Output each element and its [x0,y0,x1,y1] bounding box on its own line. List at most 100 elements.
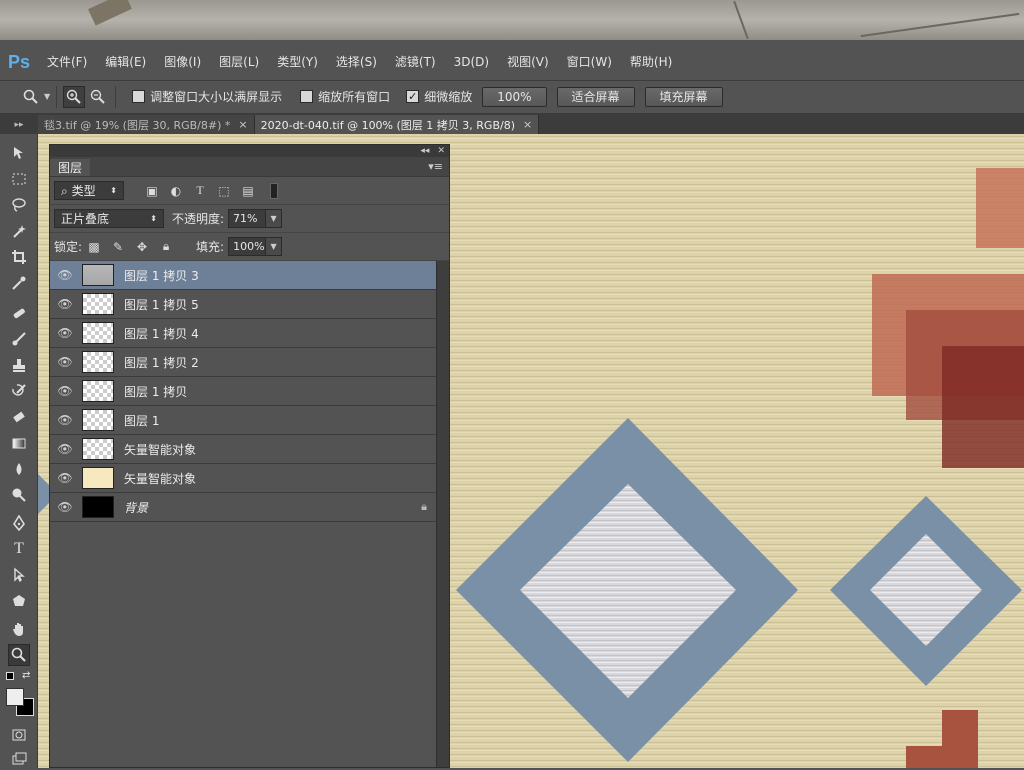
zoom-in-icon[interactable] [63,85,86,108]
zoom-tool-icon[interactable] [8,644,30,666]
layer-row[interactable]: 👁︎ 图层 1 [50,406,436,435]
filter-toggle-switch[interactable] [270,182,278,199]
quick-mask-icon[interactable] [8,724,30,746]
layer-row[interactable]: 👁︎ 图层 1 拷贝 3 [50,261,436,290]
panel-menu-icon[interactable]: ▾≡ [428,160,449,176]
layer-row[interactable]: 👁︎ 背景 🔒︎ [50,493,436,522]
shape-tool-icon[interactable] [8,590,30,612]
visibility-eye-icon[interactable]: 👁︎ [50,297,80,311]
zoom-100-button[interactable]: 100% [482,86,547,107]
visibility-eye-icon[interactable]: 👁︎ [50,500,80,514]
lock-position-icon[interactable]: ✥ [134,239,150,255]
chevron-down-icon[interactable]: ▼ [266,209,283,228]
eyedropper-tool-icon[interactable] [8,272,30,294]
close-icon[interactable]: × [238,118,247,131]
visibility-eye-icon[interactable]: 👁︎ [50,442,80,456]
close-icon[interactable]: × [523,118,532,131]
gradient-tool-icon[interactable] [8,432,30,454]
visibility-eye-icon[interactable]: 👁︎ [50,355,80,369]
filter-shape-icon[interactable]: ⬚ [216,183,232,199]
visibility-eye-icon[interactable]: 👁︎ [50,384,80,398]
filter-pixel-icon[interactable]: ▣ [144,183,160,199]
filter-type-icon[interactable]: T [192,183,208,199]
foreground-color-swatch[interactable] [6,688,24,706]
tab-document-1[interactable]: 毯3.tif @ 19% (图层 30, RGB/8#) * × [38,115,255,134]
fill-input[interactable]: 100% [228,237,267,256]
zoom-out-icon[interactable] [87,86,109,108]
visibility-eye-icon[interactable]: 👁︎ [50,471,80,485]
eraser-tool-icon[interactable] [8,406,30,428]
menu-3d[interactable]: 3D(D) [445,48,498,76]
blur-tool-icon[interactable] [8,458,30,480]
zoom-all-windows-checkbox[interactable]: 缩放所有窗口 [300,88,390,105]
checkbox-box[interactable] [300,90,314,103]
menu-image[interactable]: 图像(I) [155,48,210,76]
opacity-input[interactable]: 71% [228,209,267,228]
layers-list: 👁︎ 图层 1 拷贝 3 👁︎ 图层 1 拷贝 5 👁︎ 图层 1 拷贝 4 👁… [50,261,436,522]
lock-transparent-icon[interactable]: ▩ [86,239,102,255]
marquee-tool-icon[interactable] [8,168,30,190]
fill-screen-button[interactable]: 填充屏幕 [644,86,723,107]
checkmark-icon[interactable]: ✓ [406,90,420,103]
dodge-tool-icon[interactable] [8,484,30,506]
pen-tool-icon[interactable] [8,512,30,534]
menu-edit[interactable]: 编辑(E) [96,48,155,76]
layer-row[interactable]: 👁︎ 图层 1 拷贝 [50,377,436,406]
layer-name: 图层 1 拷贝 3 [124,268,199,283]
visibility-eye-icon[interactable]: 👁︎ [50,268,80,282]
clone-stamp-tool-icon[interactable] [8,354,30,376]
lock-all-icon[interactable]: 🔒︎ [158,239,174,255]
tab-layers[interactable]: 图层 [50,159,91,176]
visibility-eye-icon[interactable]: 👁︎ [50,413,80,427]
brush-tool-icon[interactable] [8,328,30,350]
layers-scrollbar[interactable] [436,261,449,767]
scrubby-zoom-label: 细微缩放 [424,90,473,104]
blend-mode-select[interactable]: 正片叠底 ⬍ [54,209,164,228]
hand-tool-icon[interactable] [8,618,30,640]
filter-smart-object-icon[interactable]: ▤ [240,183,256,199]
close-panel-icon[interactable]: ✕ [437,146,445,156]
layer-row[interactable]: 👁︎ 图层 1 拷贝 5 [50,290,436,319]
menu-window[interactable]: 窗口(W) [558,48,621,76]
fit-screen-button[interactable]: 适合屏幕 [556,86,635,107]
visibility-eye-icon[interactable]: 👁︎ [50,326,80,340]
chevron-down-icon[interactable]: ▼ [266,237,283,256]
lock-image-icon[interactable]: ✎ [110,239,126,255]
menu-help[interactable]: 帮助(H) [621,48,681,76]
menu-layer[interactable]: 图层(L) [210,48,268,76]
filter-adjustment-icon[interactable]: ◐ [168,183,184,199]
resize-windows-checkbox[interactable]: 调整窗口大小以满屏显示 [132,88,282,105]
layer-row[interactable]: 👁︎ 矢量智能对象 [50,464,436,493]
layer-row[interactable]: 👁︎ 图层 1 拷贝 4 [50,319,436,348]
menu-bar: Ps 文件(F) 编辑(E) 图像(I) 图层(L) 类型(Y) 选择(S) 滤… [0,48,1024,76]
lasso-tool-icon[interactable] [8,194,30,216]
crop-tool-icon[interactable] [8,246,30,268]
layer-row[interactable]: 👁︎ 图层 1 拷贝 2 [50,348,436,377]
screen-mode-icon[interactable] [8,748,30,770]
path-selection-tool-icon[interactable] [8,564,30,586]
layer-row[interactable]: 👁︎ 矢量智能对象 [50,435,436,464]
chevron-down-icon[interactable]: ▼ [44,92,50,101]
menu-filter[interactable]: 滤镜(T) [386,48,445,76]
history-brush-tool-icon[interactable] [8,380,30,402]
collapse-panel-icon[interactable]: ◂◂ [420,146,429,156]
menu-view[interactable]: 视图(V) [498,48,558,76]
default-colors-icon[interactable] [6,672,14,680]
collapse-icon[interactable]: ▸▸ [0,115,38,134]
scrubby-zoom-checkbox[interactable]: ✓ 细微缩放 [406,88,472,105]
filter-kind-select[interactable]: ⌕ 类型 ⬍ [54,181,124,200]
magic-wand-tool-icon[interactable] [8,220,30,242]
layer-name: 图层 1 拷贝 [124,384,188,399]
menu-file[interactable]: 文件(F) [38,48,96,76]
menu-type[interactable]: 类型(Y) [268,48,327,76]
lock-icon: 🔒︎ [421,500,427,513]
swap-colors-icon[interactable]: ⇄ [22,670,30,681]
zoom-tool-preset-icon[interactable] [20,86,42,108]
healing-brush-tool-icon[interactable] [8,302,30,324]
zoom-all-windows-label: 缩放所有窗口 [318,90,391,104]
tab-document-2[interactable]: 2020-dt-040.tif @ 100% (图层 1 拷贝 3, RGB/8… [254,115,540,134]
checkbox-box[interactable] [132,90,146,103]
menu-select[interactable]: 选择(S) [327,48,386,76]
move-tool-icon[interactable] [8,142,30,164]
type-tool-icon[interactable]: T [8,538,30,560]
